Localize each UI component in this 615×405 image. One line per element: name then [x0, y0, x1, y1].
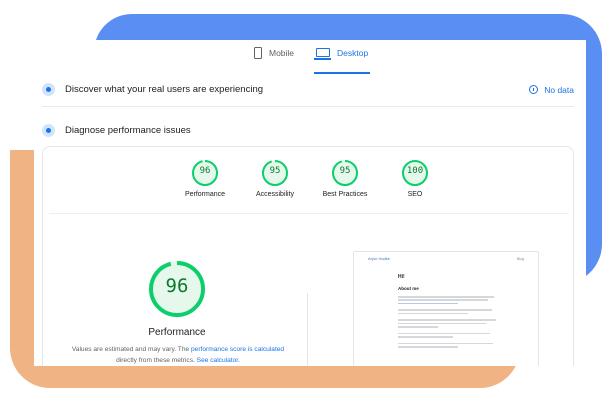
laptop-icon — [314, 48, 331, 60]
no-data-status: No data — [529, 85, 574, 95]
score-note: Values are estimated and may vary. The p… — [61, 345, 295, 366]
gauge-label: SEO — [407, 191, 423, 198]
thumb-greeting: Hi! — [398, 274, 405, 280]
lighthouse-icon — [42, 124, 55, 137]
gauge-score: 96 — [199, 166, 211, 176]
performance-big-label: Performance — [148, 327, 206, 338]
vertical-separator — [307, 293, 308, 366]
gauge-label: Best Practices — [322, 191, 368, 198]
stage: Mobile Desktop Discover what your real u… — [0, 0, 615, 405]
device-tabs: Mobile Desktop — [34, 40, 586, 74]
gauge-score: 100 — [406, 166, 424, 176]
report-divider — [49, 213, 569, 214]
gauge-accessibility[interactable]: 95 Accessibility — [235, 159, 315, 198]
gauge-score: 95 — [339, 166, 351, 176]
gauge-score: 95 — [269, 166, 281, 176]
diagnose-section: Diagnose performance issues — [42, 124, 574, 137]
tab-desktop[interactable]: Desktop — [314, 48, 371, 74]
section-divider — [42, 106, 574, 107]
mobile-phone-icon — [254, 47, 262, 59]
field-data-title: Discover what your real users are experi… — [65, 84, 264, 95]
lighthouse-report: 96 Performance 95 Accessibility 95 Best … — [42, 146, 574, 366]
gauge-label: Accessibility — [255, 191, 295, 198]
field-data-section[interactable]: Discover what your real users are experi… — [42, 83, 574, 96]
see-calculator-link[interactable]: See calculator. — [197, 357, 240, 364]
thumb-text-lines — [398, 296, 498, 350]
gauge-label: Performance — [184, 191, 226, 198]
tab-mobile-label: Mobile — [269, 48, 295, 58]
tab-desktop-label: Desktop — [337, 48, 369, 58]
thumb-heading: About me — [398, 286, 419, 291]
users-chart-icon — [42, 83, 55, 96]
note-middle: directly from these metrics. — [116, 356, 197, 364]
thumb-site-name: Arjun Hadke — [368, 256, 391, 261]
category-gauges: 96 Performance 95 Accessibility 95 Best … — [43, 159, 575, 209]
score-calculated-link[interactable]: performance score is calculated — [191, 346, 284, 353]
diagnose-title: Diagnose performance issues — [65, 125, 191, 136]
tab-mobile[interactable]: Mobile — [254, 47, 295, 74]
page-screenshot-thumbnail: Arjun Hadke Blog Hi! About me — [353, 251, 539, 366]
thumb-menu: Blog — [516, 257, 524, 261]
gauge-seo[interactable]: 100 SEO — [375, 159, 455, 198]
pagespeed-report-card: Mobile Desktop Discover what your real u… — [34, 40, 586, 366]
note-prefix: Values are estimated and may vary. The — [71, 346, 192, 353]
gauge-performance[interactable]: 96 Performance — [165, 159, 245, 198]
no-data-label: No data — [544, 84, 574, 95]
gauge-best-practices[interactable]: 95 Best Practices — [305, 159, 385, 198]
info-icon — [529, 85, 539, 94]
performance-big-score: 96 — [165, 275, 189, 297]
